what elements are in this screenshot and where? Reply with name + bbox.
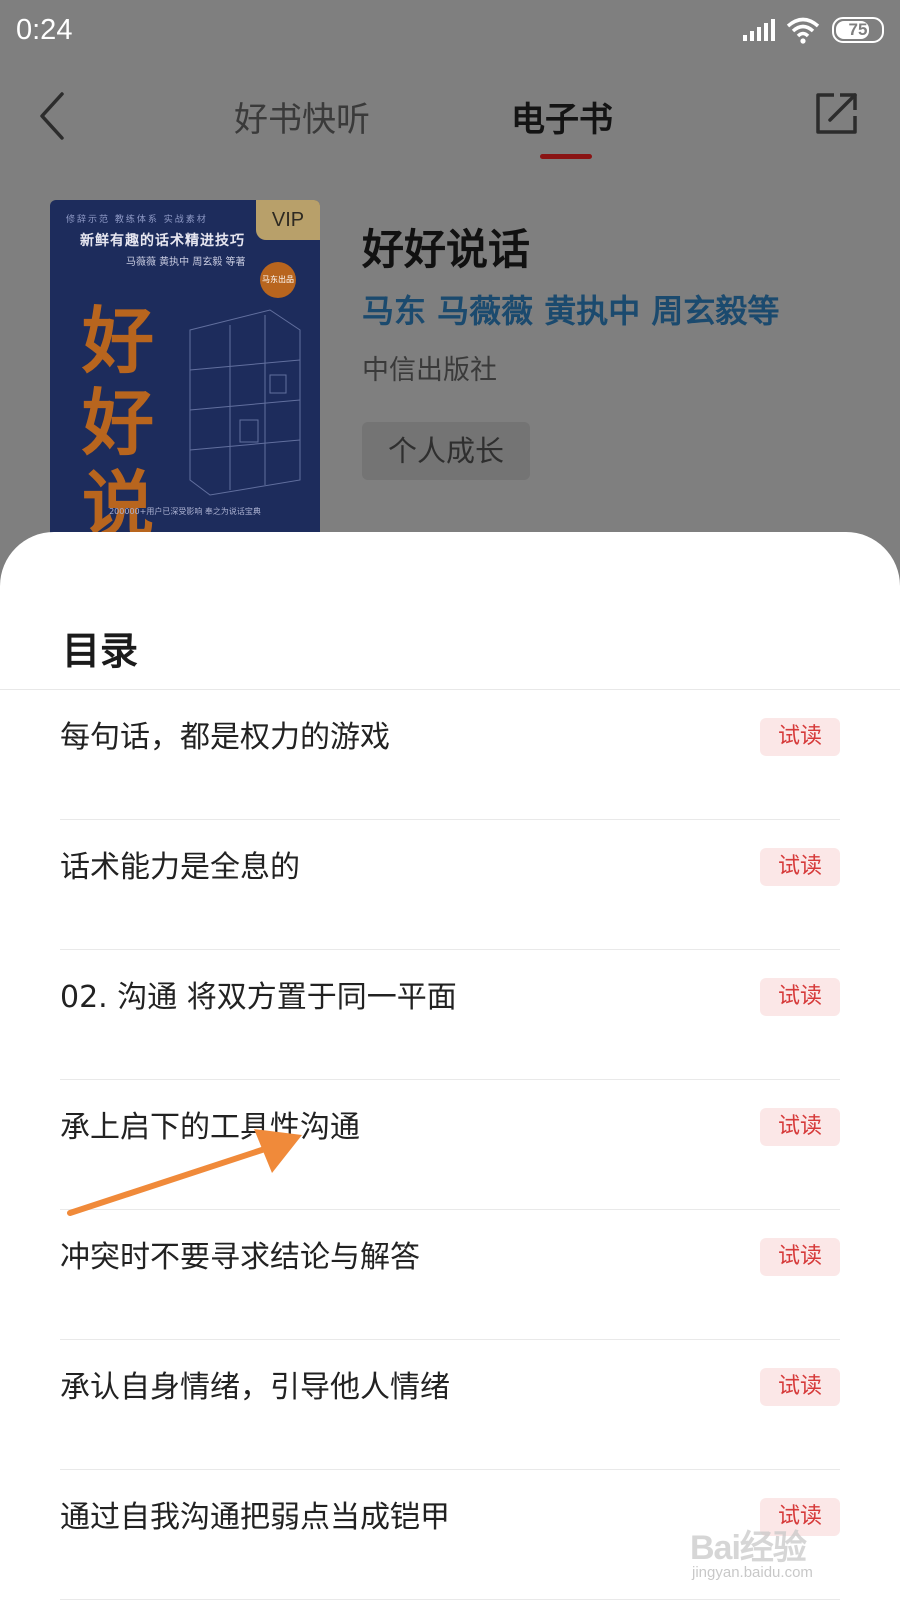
- trial-read-badge[interactable]: 试读: [760, 848, 840, 886]
- chapter-item[interactable]: 承认自身情绪，引导他人情绪 试读: [60, 1340, 840, 1470]
- chapter-title: 承认自身情绪，引导他人情绪: [60, 1370, 450, 1405]
- tab-audio-books[interactable]: 好书快听: [234, 92, 370, 141]
- battery-percent: 75: [848, 20, 868, 39]
- chapter-title: 02. 沟通 将双方置于同一平面: [60, 980, 457, 1015]
- chapter-title: 每句话，都是权力的游戏: [60, 720, 390, 755]
- chapter-item[interactable]: 02. 沟通 将双方置于同一平面 试读: [60, 950, 840, 1080]
- book-publisher: 中信出版社: [362, 355, 497, 386]
- trial-read-badge[interactable]: 试读: [760, 1238, 840, 1276]
- chapter-item[interactable]: 每句话，都是权力的游戏 试读: [60, 690, 840, 820]
- active-tab-indicator: [540, 154, 592, 159]
- wifi-icon: [786, 17, 820, 44]
- cover-footer: 200000+用户已深受影响 奉之为说话宝典: [109, 507, 261, 516]
- trial-read-badge[interactable]: 试读: [760, 1108, 840, 1146]
- book-title: 好好说话: [362, 225, 531, 274]
- status-time: 0:24: [16, 14, 73, 46]
- signal-icon: [743, 19, 775, 41]
- watermark-url: jingyan.baidu.com: [692, 1564, 813, 1581]
- cover-top-row: 修辞示范 教练体系 实战素材: [66, 215, 208, 225]
- annotation-arrow-icon: [67, 1129, 302, 1216]
- book-authors[interactable]: 马东 马薇薇 黄执中 周玄毅等: [362, 286, 779, 332]
- baidu-jingyan-watermark: Bai经验 jingyan.baidu.com: [690, 1520, 870, 1590]
- cover-publisher-badge: 马东出品: [260, 262, 296, 298]
- book-cover[interactable]: 修辞示范 教练体系 实战素材 新鲜有趣的话术精进技巧 马薇薇 黄执中 周玄毅 等…: [50, 200, 320, 545]
- chapter-title: 通过自我沟通把弱点当成铠甲: [60, 1500, 450, 1535]
- tab-ebook[interactable]: 电子书: [511, 92, 613, 141]
- trial-read-badge[interactable]: 试读: [760, 978, 840, 1016]
- toc-title: 目录: [62, 629, 139, 673]
- back-arrow-icon[interactable]: [34, 90, 70, 142]
- chapter-title: 话术能力是全息的: [60, 850, 300, 885]
- trial-read-badge[interactable]: 试读: [760, 1368, 840, 1406]
- category-tag[interactable]: 个人成长: [362, 422, 530, 480]
- cover-authors: 马薇薇 黄执中 周玄毅 等著: [126, 257, 246, 268]
- watermark-logo: Bai经验: [690, 1529, 807, 1567]
- battery-icon: 75: [832, 17, 884, 43]
- status-bar: 0:24 75: [0, 0, 900, 62]
- toc-bottom-sheet: 目录 每句话，都是权力的游戏 试读 话术能力是全息的 试读 02. 沟通 将双方…: [0, 532, 900, 1600]
- share-icon[interactable]: [812, 88, 862, 138]
- cover-subtitle: 新鲜有趣的话术精进技巧: [80, 233, 245, 249]
- top-nav-bar: 好书快听 电子书: [0, 70, 900, 170]
- chapter-item[interactable]: 话术能力是全息的 试读: [60, 820, 840, 950]
- chapter-title: 冲突时不要寻求结论与解答: [60, 1240, 420, 1275]
- chapter-item[interactable]: 冲突时不要寻求结论与解答 试读: [60, 1210, 840, 1340]
- vip-badge: VIP: [256, 200, 320, 240]
- trial-read-badge[interactable]: 试读: [760, 718, 840, 756]
